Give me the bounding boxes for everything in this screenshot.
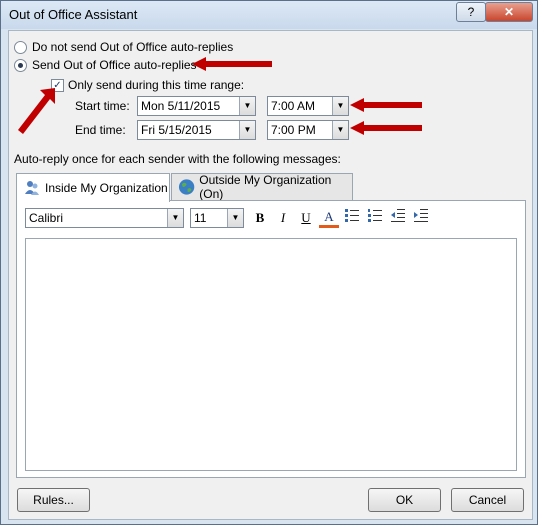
- time-range-option[interactable]: ✓ Only send during this time range:: [51, 78, 244, 92]
- arrow-icon: [350, 121, 422, 135]
- send-radio[interactable]: [14, 58, 27, 72]
- underline-button[interactable]: U: [296, 208, 316, 228]
- chevron-down-icon[interactable]: ▼: [227, 209, 243, 227]
- end-time-label: End time:: [75, 123, 126, 137]
- start-date-value: Mon 5/11/2015: [141, 99, 221, 113]
- window-title: Out of Office Assistant: [9, 7, 138, 22]
- numbering-icon[interactable]: [365, 208, 385, 228]
- cancel-button[interactable]: Cancel: [451, 488, 524, 512]
- tab-outside-label: Outside My Organization (On): [199, 173, 332, 201]
- send-option[interactable]: Send Out of Office auto-replies: [14, 57, 197, 73]
- start-time-dropdown[interactable]: 7:00 AM ▼: [267, 96, 349, 116]
- send-label: Send Out of Office auto-replies: [32, 58, 197, 72]
- font-color-button[interactable]: A: [319, 209, 339, 228]
- bold-button[interactable]: B: [250, 208, 270, 228]
- chevron-down-icon[interactable]: ▼: [167, 209, 183, 227]
- italic-button[interactable]: I: [273, 208, 293, 228]
- arrow-icon: [350, 98, 422, 112]
- end-time-value: 7:00 PM: [271, 123, 316, 137]
- font-value: Calibri: [29, 211, 64, 225]
- tab-inside-organization[interactable]: Inside My Organization: [16, 173, 170, 202]
- people-icon: [25, 181, 39, 195]
- start-date-dropdown[interactable]: Mon 5/11/2015 ▼: [137, 96, 256, 116]
- time-range-label: Only send during this time range:: [68, 78, 245, 92]
- chevron-down-icon[interactable]: ▼: [332, 121, 348, 139]
- out-of-office-dialog: Out of Office Assistant ? ✕ Do not send …: [0, 0, 538, 525]
- close-button[interactable]: ✕: [485, 2, 533, 22]
- chevron-down-icon[interactable]: ▼: [239, 121, 255, 139]
- formatting-toolbar: Calibri ▼ 11 ▼ B I U A: [25, 207, 434, 229]
- rules-button[interactable]: Rules...: [17, 488, 90, 512]
- do-not-send-radio[interactable]: [14, 40, 27, 54]
- auto-reply-instructions: Auto-reply once for each sender with the…: [14, 152, 341, 166]
- end-date-value: Fri 5/15/2015: [141, 123, 212, 137]
- increase-indent-icon[interactable]: [411, 208, 431, 228]
- title-bar: Out of Office Assistant ? ✕: [1, 1, 537, 29]
- arrow-icon: [18, 88, 55, 134]
- end-time-dropdown[interactable]: 7:00 PM ▼: [267, 120, 349, 140]
- chevron-down-icon[interactable]: ▼: [332, 97, 348, 115]
- end-date-dropdown[interactable]: Fri 5/15/2015 ▼: [137, 120, 256, 140]
- help-button[interactable]: ?: [456, 2, 486, 22]
- tab-outside-organization[interactable]: Outside My Organization (On): [171, 173, 353, 201]
- ok-button[interactable]: OK: [368, 488, 441, 512]
- do-not-send-label: Do not send Out of Office auto-replies: [32, 40, 234, 54]
- message-editor[interactable]: [25, 238, 517, 471]
- arrow-icon: [192, 57, 272, 71]
- font-size-value: 11: [194, 211, 207, 225]
- start-time-label: Start time:: [75, 99, 130, 113]
- bullets-icon[interactable]: [342, 208, 362, 228]
- font-dropdown[interactable]: Calibri ▼: [25, 208, 184, 228]
- start-time-value: 7:00 AM: [271, 99, 316, 113]
- tab-inside-label: Inside My Organization: [45, 181, 168, 195]
- dialog-body: Do not send Out of Office auto-replies S…: [8, 30, 533, 520]
- chevron-down-icon[interactable]: ▼: [239, 97, 255, 115]
- message-panel: Calibri ▼ 11 ▼ B I U A: [16, 200, 526, 478]
- globe-icon: [178, 179, 195, 195]
- font-size-dropdown[interactable]: 11 ▼: [190, 208, 244, 228]
- do-not-send-option[interactable]: Do not send Out of Office auto-replies: [14, 39, 233, 55]
- decrease-indent-icon[interactable]: [388, 208, 408, 228]
